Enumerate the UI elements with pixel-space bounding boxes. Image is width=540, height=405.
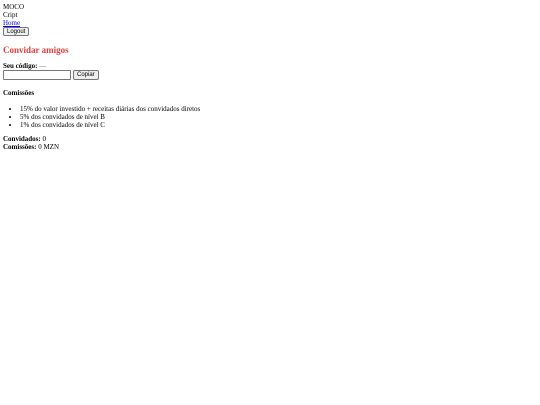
referral-input-row: Copiar: [3, 70, 537, 80]
invite-title: Convidar amigos: [3, 45, 69, 55]
invited-count-label: Convidados:: [3, 135, 41, 143]
home-link[interactable]: Home: [3, 19, 20, 27]
referral-code-value: —: [39, 62, 47, 70]
brand-name-line-1: MOCO: [3, 3, 25, 11]
commission-total-line: Comissões: 0 MZN: [3, 143, 537, 151]
brand: MOCO Cript: [3, 3, 537, 19]
referral-code-row: Seu código: —: [3, 62, 537, 70]
referral-stats: Convidados: 0 Comissões: 0 MZN: [3, 135, 537, 151]
brand-name-line-2: Cript: [3, 11, 18, 19]
commission-total-value: 0 MZN: [38, 143, 60, 151]
referral-code-input[interactable]: [3, 70, 71, 80]
page: MOCO Cript Home Logout Convidar amigos S…: [0, 0, 540, 151]
logout-button[interactable]: Logout: [3, 27, 30, 36]
commissions-heading: Comissões: [3, 89, 35, 97]
referral-code-label: Seu código:: [3, 62, 38, 70]
commission-total-label: Comissões:: [3, 143, 37, 151]
invited-count-line: Convidados: 0: [3, 135, 537, 143]
commission-rule-level-b: 5% dos convidados de nível B: [20, 113, 537, 121]
invited-count-value: 0: [42, 135, 46, 143]
commission-rules-list: 15% do valor investido + receitas diária…: [3, 105, 537, 129]
commission-rule-direct: 15% do valor investido + receitas diária…: [20, 105, 537, 113]
copy-button[interactable]: Copiar: [73, 70, 99, 80]
commission-rule-level-c: 1% dos convidados de nível C: [20, 121, 537, 129]
